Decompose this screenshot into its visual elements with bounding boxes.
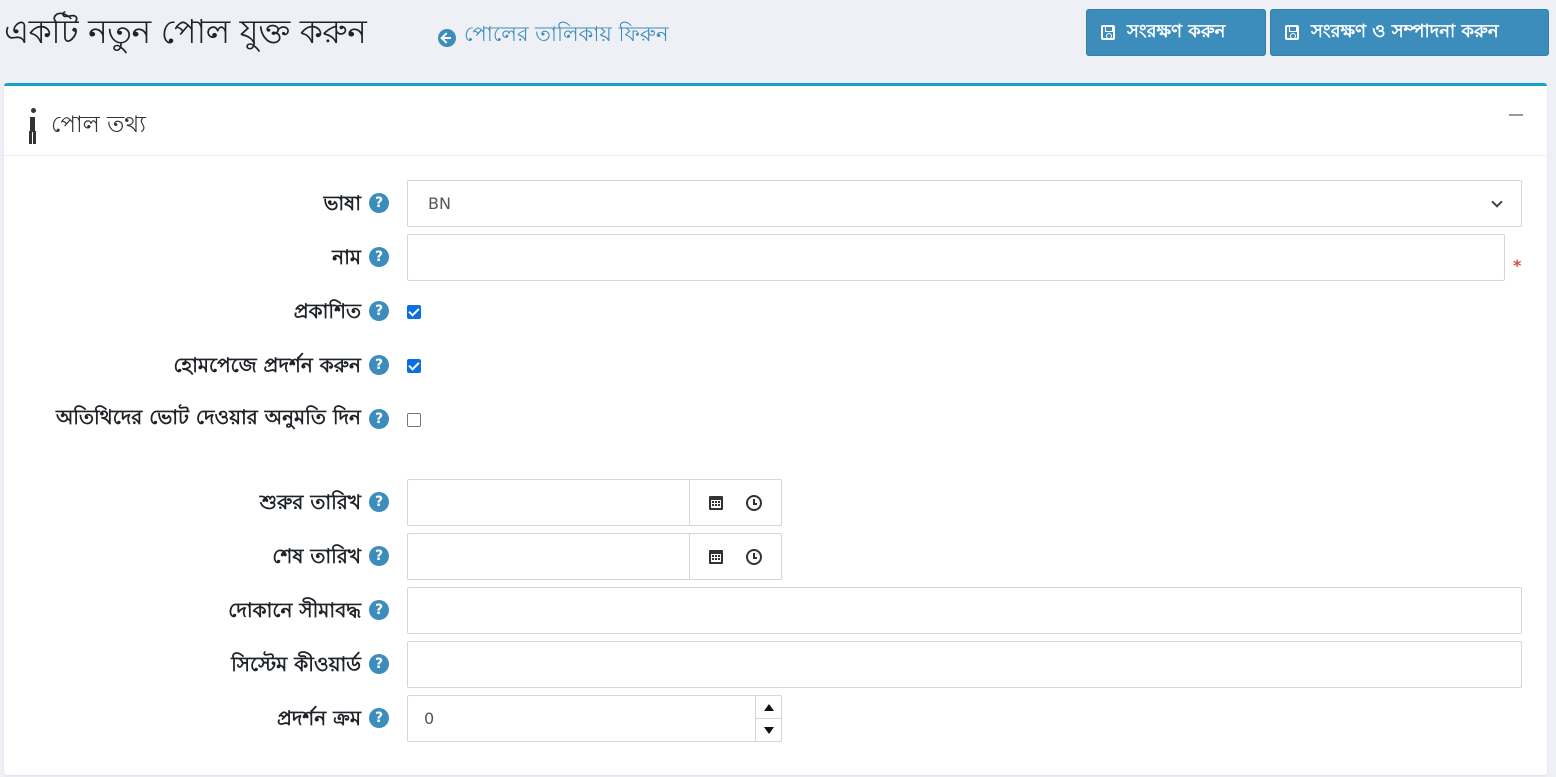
back-to-poll-list-link[interactable]: পোলের তালিকায় ফিরুন (438, 18, 669, 53)
info-icon (28, 108, 38, 134)
end-date-label: শেষ তারিখ (272, 544, 361, 568)
display-order-input[interactable]: 0 (407, 695, 782, 742)
help-icon[interactable]: ? (369, 546, 389, 566)
help-icon[interactable]: ? (369, 708, 389, 728)
collapse-minus-icon[interactable] (1509, 114, 1523, 116)
system-keyword-label: সিস্টেম কীওয়ার্ড (231, 652, 361, 676)
end-date-picker (407, 533, 782, 580)
display-order-value: 0 (424, 709, 435, 728)
help-icon[interactable]: ? (369, 654, 389, 674)
save-button-label: সংরক্ষণ করুন (1127, 21, 1226, 42)
start-date-buttons (689, 480, 781, 525)
help-icon[interactable]: ? (369, 193, 389, 213)
help-icon[interactable]: ? (369, 355, 389, 375)
help-icon[interactable]: ? (369, 301, 389, 321)
start-date-picker (407, 479, 782, 526)
end-date-input[interactable] (408, 534, 689, 579)
help-icon[interactable]: ? (369, 492, 389, 512)
limited-to-stores-label: দোকানে সীমাবদ্ধ (228, 598, 361, 622)
language-label: ভাষা (323, 191, 361, 215)
floppy-disk-icon (1285, 25, 1299, 40)
spinner-down-icon[interactable] (756, 719, 781, 741)
display-order-label: প্রদর্শন ক্রম (277, 706, 361, 730)
limited-to-stores-input[interactable] (407, 587, 1522, 634)
language-select[interactable]: BN (407, 180, 1522, 227)
calendar-icon[interactable] (709, 495, 724, 510)
show-on-homepage-label: হোমপেজে প্রদর্শন করুন (173, 353, 361, 377)
number-spinner (755, 696, 781, 741)
floppy-disk-icon (1101, 25, 1115, 40)
clock-icon[interactable] (745, 494, 762, 511)
help-icon[interactable]: ? (369, 409, 389, 429)
spinner-up-icon[interactable] (756, 696, 781, 719)
start-date-input[interactable] (408, 480, 689, 525)
back-link-label: পোলের তালিকায় ফিরুন (464, 22, 669, 46)
page-title: একটি নতুন পোল যুক্ত করুন (4, 12, 367, 51)
published-label: প্রকাশিত (293, 299, 361, 323)
poll-info-card: পোল তথ্য ভাষা ? BN নাম ? * প্রকাশিত ? হো… (4, 83, 1547, 775)
save-edit-button-label: সংরক্ষণ ও সম্পাদনা করুন (1311, 21, 1499, 42)
card-title: পোল তথ্য (51, 112, 146, 138)
required-asterisk: * (1513, 256, 1522, 275)
clock-icon[interactable] (745, 548, 762, 565)
save-button[interactable]: সংরক্ষণ করুন (1086, 9, 1266, 56)
system-keyword-input[interactable] (407, 641, 1522, 688)
help-icon[interactable]: ? (369, 247, 389, 267)
arrow-circle-left-icon (438, 28, 456, 47)
name-input[interactable] (407, 234, 1505, 281)
calendar-icon[interactable] (709, 549, 724, 564)
start-date-label: শুরুর তারিখ (259, 490, 361, 514)
show-on-homepage-checkbox[interactable] (407, 359, 421, 373)
end-date-buttons (689, 534, 781, 579)
allow-guests-label: অতিথিদের ভোট দেওয়ার অনুমতি দিন (55, 405, 361, 429)
published-checkbox[interactable] (407, 305, 421, 319)
help-icon[interactable]: ? (369, 600, 389, 620)
page-header: একটি নতুন পোল যুক্ত করুন পোলের তালিকায় … (0, 0, 1556, 70)
name-label: নাম (332, 245, 361, 269)
language-value: BN (428, 194, 451, 213)
chevron-down-icon (1491, 195, 1503, 208)
allow-guests-checkbox[interactable] (407, 413, 421, 427)
card-header: পোল তথ্য (4, 86, 1547, 156)
save-and-edit-button[interactable]: সংরক্ষণ ও সম্পাদনা করুন (1270, 9, 1549, 56)
